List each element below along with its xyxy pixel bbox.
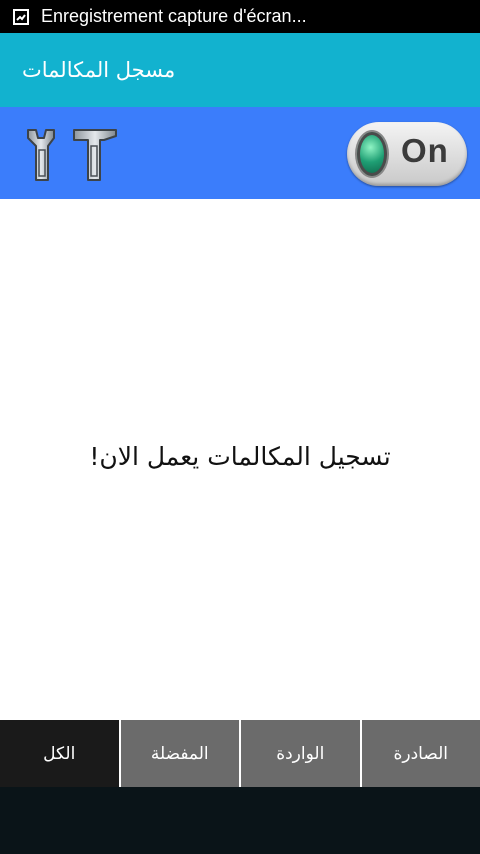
tab-bar: الكل المفضلة الواردة الصادرة: [0, 720, 480, 787]
led-indicator-icon: [357, 132, 387, 176]
status-bar: Enregistrement capture d'écran...: [0, 0, 480, 33]
switch-label: On: [401, 132, 449, 169]
bottom-area: [0, 787, 480, 854]
tab-outgoing[interactable]: الصادرة: [359, 720, 480, 787]
tools-button[interactable]: [24, 124, 120, 184]
action-bar: مسجل المكالمات: [0, 33, 480, 107]
tab-incoming[interactable]: الواردة: [239, 720, 360, 787]
recording-status-message: تسجيل المكالمات يعمل الان!: [89, 442, 391, 471]
recording-toggle-switch[interactable]: On: [347, 122, 467, 186]
tab-all[interactable]: الكل: [0, 720, 119, 787]
screen-recording-icon: [13, 8, 29, 25]
main-content: تسجيل المكالمات يعمل الان!: [0, 199, 480, 720]
tab-favorites[interactable]: المفضلة: [118, 720, 239, 787]
tools-icon: [27, 129, 117, 181]
toolbar: On: [0, 107, 480, 199]
app-title: مسجل المكالمات: [22, 58, 176, 82]
status-bar-notification-text: Enregistrement capture d'écran...: [41, 6, 307, 26]
